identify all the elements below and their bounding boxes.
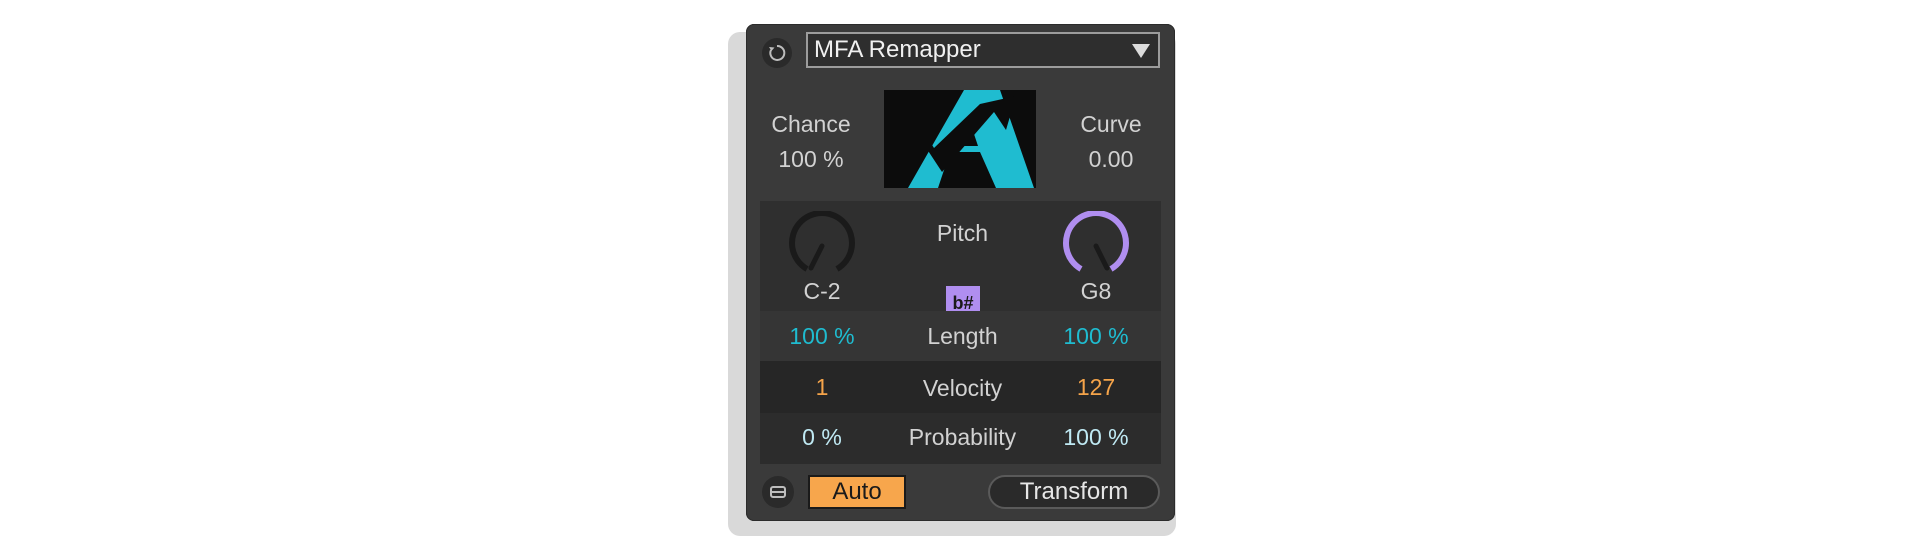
velocity-row: 1 Velocity 127 xyxy=(760,361,1161,413)
preset-name: MFA Remapper xyxy=(814,36,981,63)
power-icon[interactable] xyxy=(762,38,792,68)
probability-label: Probability xyxy=(908,424,1017,450)
length-label: Length xyxy=(927,323,998,349)
velocity-high-value[interactable]: 127 xyxy=(1036,374,1156,401)
pitch-row: C-2 Pitch b# G8 xyxy=(760,201,1161,320)
pitch-low-value: C-2 xyxy=(803,278,841,304)
probability-high-value[interactable]: 100 % xyxy=(1036,424,1156,451)
length-high-value[interactable]: 100 % xyxy=(1036,323,1156,350)
device-logo xyxy=(884,90,1036,188)
auto-button[interactable]: Auto xyxy=(808,475,906,509)
chance-value[interactable]: 100 % xyxy=(756,146,866,173)
velocity-label: Velocity xyxy=(922,375,1003,401)
preset-select[interactable]: MFA Remapper xyxy=(806,32,1160,68)
velocity-low-value[interactable]: 1 xyxy=(762,374,882,401)
chain-icon[interactable] xyxy=(762,476,794,508)
pitch-high-knob[interactable] xyxy=(1061,211,1131,281)
probability-row: 0 % Probability 100 % xyxy=(760,413,1161,464)
transform-button[interactable]: Transform xyxy=(988,475,1160,509)
pitch-high-value: G8 xyxy=(1080,278,1112,304)
length-row: 100 % Length 100 % xyxy=(760,311,1161,361)
chance-label: Chance xyxy=(771,111,851,137)
device-panel: MFA Remapper Chance 100 % Curve 0.00 C-2… xyxy=(746,24,1175,521)
curve-label: Curve xyxy=(1080,111,1142,137)
remap-panel: C-2 Pitch b# G8 100 % Length 100 % 1 Vel… xyxy=(760,201,1161,464)
dropdown-arrow-icon xyxy=(1132,44,1150,58)
bottom-bar: Auto Transform xyxy=(746,472,1175,521)
length-low-value[interactable]: 100 % xyxy=(762,323,882,350)
pitch-low-knob[interactable] xyxy=(787,211,857,281)
curve-value[interactable]: 0.00 xyxy=(1056,146,1166,173)
probability-low-value[interactable]: 0 % xyxy=(762,424,882,451)
pitch-label: Pitch xyxy=(936,220,989,246)
